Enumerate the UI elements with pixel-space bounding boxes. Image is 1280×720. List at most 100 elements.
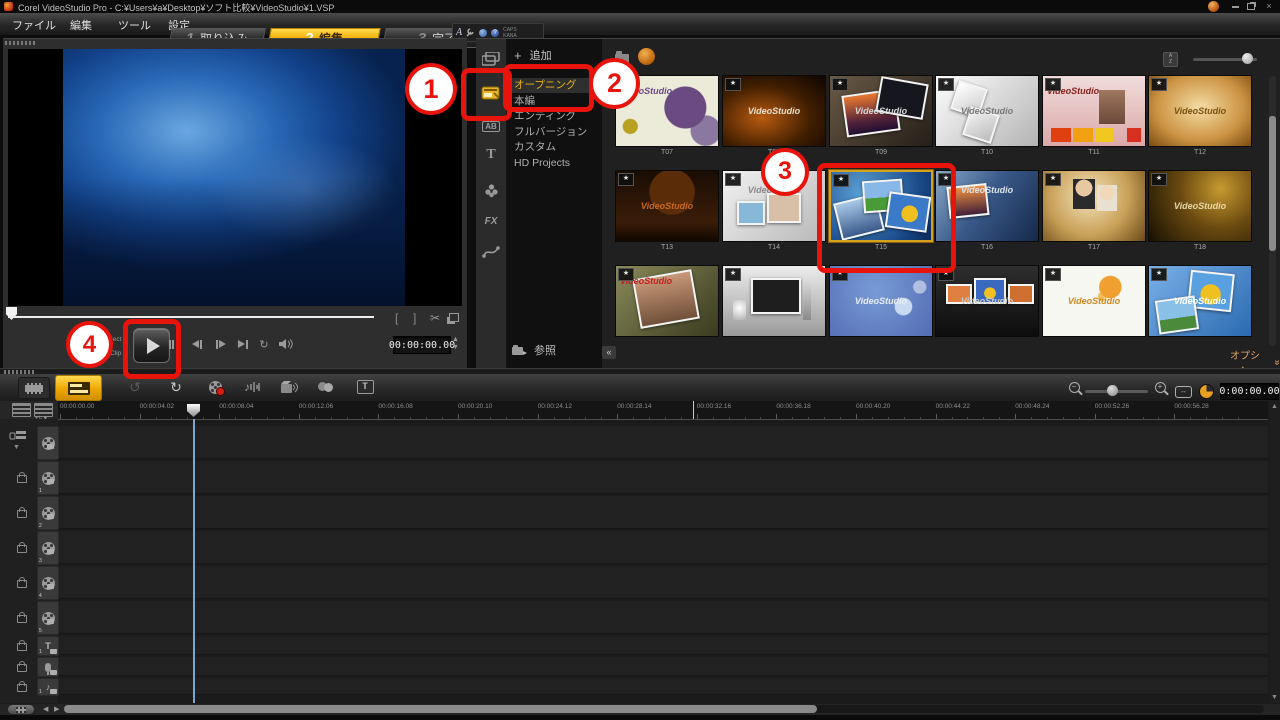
corel-guide-icon[interactable]	[1208, 1, 1219, 12]
template-thumb-T17[interactable]: ★	[1042, 170, 1146, 242]
subtitle-button[interactable]: T	[353, 377, 377, 397]
overlay-track-icon-cell[interactable]: 2	[37, 496, 59, 530]
end-frame-button[interactable]	[233, 336, 253, 352]
timecode-spinner[interactable]: ▲▼	[452, 336, 459, 352]
track-lock-icon[interactable]	[17, 615, 27, 623]
track-lock-icon[interactable]	[17, 684, 27, 692]
scroll-left-arrow[interactable]: ◀	[43, 705, 48, 714]
template-thumb-T10[interactable]: VideoStudio★	[935, 75, 1039, 147]
overlay-track-lane-5[interactable]	[58, 601, 1268, 634]
thumbnail-size-knob[interactable]	[1242, 53, 1253, 64]
split-clip-button[interactable]: ✂	[430, 311, 440, 325]
overlay-track-icon-cell[interactable]: 4	[37, 566, 59, 600]
ime-help-icon[interactable]: ?	[491, 29, 499, 37]
template-thumb-T23[interactable]: VideoStudio★	[1042, 265, 1146, 337]
ime-mode-icon[interactable]: A	[456, 27, 462, 38]
nav-graphic[interactable]	[479, 180, 503, 200]
ime-globe-icon[interactable]	[479, 29, 487, 37]
voice-track-icon-cell[interactable]	[37, 657, 59, 677]
overlay-track-lane-3[interactable]	[58, 531, 1268, 564]
repeat-button[interactable]: ↻	[254, 336, 274, 352]
timeline-zoom-knob[interactable]	[1107, 385, 1118, 396]
video-track-icon-cell[interactable]	[37, 426, 59, 460]
color-wheel-icon[interactable]	[638, 48, 655, 65]
panel-drag-handle[interactable]	[5, 41, 35, 45]
browse-button[interactable]: 参照	[512, 342, 556, 358]
timeline-ruler[interactable]: 00:00:00.0000:00:04.0200:00:08.0400:00:1…	[58, 401, 1268, 420]
auto-music-button[interactable]	[277, 377, 301, 397]
overlay-track-lane-1[interactable]	[58, 461, 1268, 494]
music-track-icon-cell[interactable]: ♪1	[37, 678, 59, 696]
template-thumb-T20[interactable]: ★	[722, 265, 826, 337]
zoom-out-button[interactable]: −	[1062, 377, 1086, 397]
nav-motion-path[interactable]	[479, 242, 503, 262]
ime-tools-icon[interactable]	[466, 28, 475, 37]
menu-2[interactable]: ツール	[118, 17, 151, 33]
template-thumb-T19[interactable]: VideoStudio★	[615, 265, 719, 337]
category-4[interactable]: カスタム	[506, 140, 602, 155]
nav-media[interactable]	[479, 49, 503, 69]
close-button[interactable]: ×	[1262, 0, 1276, 12]
scrubber-handle[interactable]	[6, 307, 17, 320]
zoom-in-button[interactable]: +	[1148, 377, 1172, 397]
nav-title[interactable]: T	[479, 145, 503, 165]
menu-0[interactable]: ファイル	[12, 17, 56, 33]
hscroll-thumb[interactable]	[64, 705, 817, 713]
video-track-lane[interactable]	[58, 426, 1268, 459]
menu-1[interactable]: 編集	[70, 17, 92, 33]
show-all-tracks-icon[interactable]	[12, 403, 31, 417]
volume-button[interactable]	[275, 336, 295, 352]
scrubber-track[interactable]	[8, 316, 374, 318]
scroll-up-arrow[interactable]: ▲	[1271, 403, 1278, 410]
record-capture-button[interactable]	[203, 377, 227, 397]
overlay-track-icon-cell[interactable]: 1	[37, 461, 59, 495]
music-track-lane-1[interactable]	[58, 678, 1268, 695]
add-category-button[interactable]: + 追加	[514, 47, 552, 63]
template-thumb-T12[interactable]: VideoStudio★	[1148, 75, 1252, 147]
template-thumb-T13[interactable]: VideoStudio★	[615, 170, 719, 242]
overlay-track-lane-4[interactable]	[58, 566, 1268, 599]
mark-in-button[interactable]: [	[395, 311, 398, 325]
title-track-icon-cell[interactable]: T1	[37, 636, 59, 656]
track-lock-icon[interactable]	[17, 643, 27, 651]
overlay-track-icon-cell[interactable]: 3	[37, 531, 59, 565]
track-lock-icon[interactable]	[17, 580, 27, 588]
overlay-track-icon-cell[interactable]: 5	[37, 601, 59, 635]
template-thumb-T09[interactable]: VideoStudio★	[829, 75, 933, 147]
track-manager-button[interactable]	[314, 377, 338, 397]
next-frame-button[interactable]	[211, 336, 231, 352]
prev-frame-button[interactable]	[187, 336, 207, 352]
ime-caps-kana[interactable]: CAPSKANA	[503, 27, 517, 39]
category-5[interactable]: HD Projects	[506, 156, 602, 171]
scroll-down-arrow[interactable]: ▼	[1271, 694, 1278, 701]
scroll-right-arrow[interactable]: ▶	[54, 705, 59, 714]
template-thumb-T24[interactable]: VideoStudio★	[1148, 265, 1252, 337]
minimize-button[interactable]	[1228, 0, 1242, 12]
restore-button[interactable]	[1244, 0, 1258, 12]
track-lock-icon[interactable]	[17, 475, 27, 483]
timeline-view-button[interactable]	[55, 375, 102, 401]
track-dropdown-arrow[interactable]: ▼	[13, 444, 20, 451]
sort-by-name-icon[interactable]: AZ	[1163, 52, 1178, 67]
storyboard-view-button[interactable]	[18, 377, 50, 399]
fit-project-button[interactable]: ↔	[1175, 386, 1192, 398]
template-thumb-T08[interactable]: VideoStudio★	[722, 75, 826, 147]
collapse-library-button[interactable]: «	[602, 346, 616, 359]
undo-button[interactable]: ↺	[123, 377, 147, 397]
title-track-lane-1[interactable]	[58, 636, 1268, 655]
template-thumb-T18[interactable]: VideoStudio★	[1148, 170, 1252, 242]
nav-filter[interactable]: FX	[479, 211, 503, 231]
overlay-track-lane-2[interactable]	[58, 496, 1268, 529]
category-3[interactable]: フルバージョン	[506, 125, 602, 140]
mark-out-button[interactable]: ]	[413, 311, 416, 325]
enlarge-preview-button[interactable]	[449, 313, 459, 322]
template-thumb-T22[interactable]: VideoStudio★	[935, 265, 1039, 337]
template-thumb-T21[interactable]: VideoStudio★	[829, 265, 933, 337]
timeline-timecode[interactable]: 0:00:00.00	[1220, 383, 1279, 400]
timeline-vertical-scrollbar[interactable]	[1270, 401, 1280, 703]
sound-mixer-button[interactable]: ♪	[240, 377, 264, 397]
preview-timecode[interactable]: 00:00:00.00	[393, 336, 451, 354]
track-lock-icon[interactable]	[17, 664, 27, 672]
project-duration-icon[interactable]	[1199, 384, 1214, 399]
redo-button[interactable]: ↻	[164, 377, 188, 397]
